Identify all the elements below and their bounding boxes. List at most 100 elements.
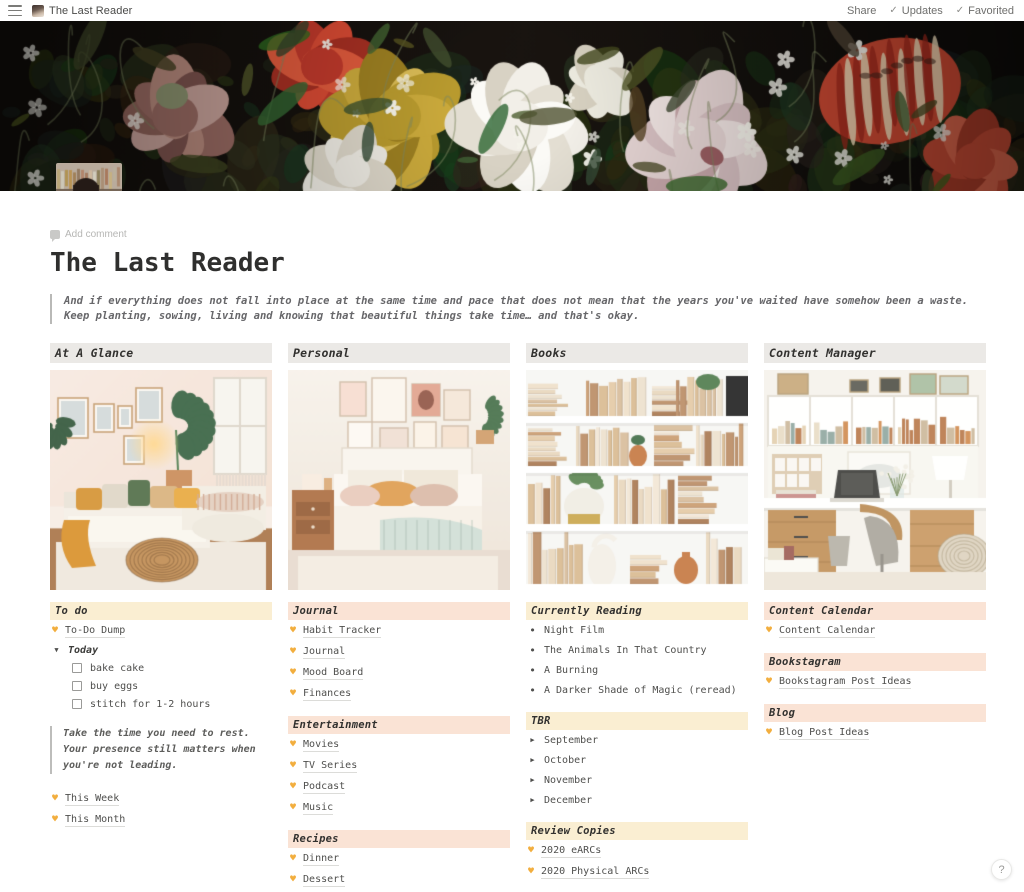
comment-bubble-icon bbox=[50, 230, 60, 242]
list-item-label: This Week bbox=[65, 792, 120, 806]
toggle-triangle-icon[interactable]: ▶ bbox=[528, 796, 537, 804]
heart-icon: ♥ bbox=[290, 852, 297, 864]
todo-item-bake-cake[interactable]: bake cake bbox=[50, 659, 272, 677]
list-item-label: Habit Tracker bbox=[303, 624, 382, 638]
toggle-triangle-icon[interactable]: ▶ bbox=[528, 736, 537, 744]
bullet-icon: • bbox=[529, 683, 536, 697]
toggle-triangle-down-icon[interactable]: ▼ bbox=[52, 646, 61, 654]
heart-icon: ♥ bbox=[290, 738, 297, 750]
checkbox[interactable] bbox=[72, 663, 82, 673]
top-bar-actions: Share ✓ Updates ✓ Favorited bbox=[847, 5, 1014, 17]
column-header-books: Books bbox=[526, 343, 748, 363]
list-item-to-do-dump[interactable]: ♥ To-Do Dump bbox=[50, 620, 272, 641]
hamburger-menu-icon[interactable] bbox=[8, 5, 22, 16]
section-header-bookstagram: Bookstagram bbox=[764, 653, 986, 671]
list-item-label: Music bbox=[303, 801, 334, 815]
list-item-dinner[interactable]: ♥ Dinner bbox=[288, 848, 510, 869]
white-bookshelves-photo[interactable] bbox=[526, 370, 748, 590]
list-item-2020-earcs[interactable]: ♥ 2020 eARCs bbox=[526, 840, 748, 861]
heart-icon: ♥ bbox=[290, 624, 297, 636]
heart-icon: ♥ bbox=[290, 801, 297, 813]
list-item-november[interactable]: ▶ November bbox=[526, 770, 748, 790]
favorited-label: Favorited bbox=[968, 4, 1014, 17]
toggle-label: Today bbox=[68, 644, 99, 656]
list-item-label: Dessert bbox=[303, 873, 346, 887]
todo-label: buy eggs bbox=[90, 680, 139, 692]
list-item-2020-physical-arcs[interactable]: ♥ 2020 Physical ARCs bbox=[526, 861, 748, 882]
list-item-this-month[interactable]: ♥ This Month bbox=[50, 809, 272, 830]
list-item-the-animals-in-that-country[interactable]: • The Animals In That Country bbox=[526, 640, 748, 660]
share-button[interactable]: Share bbox=[847, 5, 876, 17]
column-at-a-glance: At A Glance To do ♥ To-Do Dump ▼ Today bake ca… bbox=[50, 343, 272, 892]
cozy-living-room-photo[interactable] bbox=[50, 370, 272, 590]
toggle-triangle-icon[interactable]: ▶ bbox=[528, 776, 537, 784]
list-item-a-darker-shade-of-magic-reread[interactable]: • A Darker Shade of Magic (reread) bbox=[526, 680, 748, 700]
list-item-blog-post-ideas[interactable]: ♥ Blog Post Ideas bbox=[764, 722, 986, 743]
heart-icon: ♥ bbox=[52, 624, 59, 636]
list-item-a-burning[interactable]: • A Burning bbox=[526, 660, 748, 680]
page-title: The Last Reader bbox=[50, 248, 285, 278]
list-item-label: Movies bbox=[303, 738, 340, 752]
section-header-recipes: Recipes bbox=[288, 830, 510, 848]
list-item-label: December bbox=[544, 794, 593, 806]
list-item-label: 2020 eARCs bbox=[541, 844, 602, 858]
favorited-button[interactable]: ✓ Favorited bbox=[956, 5, 1014, 17]
list-item-habit-tracker[interactable]: ♥ Habit Tracker bbox=[288, 620, 510, 641]
list-item-label: The Animals In That Country bbox=[544, 644, 707, 656]
list-item-finances[interactable]: ♥ Finances bbox=[288, 683, 510, 704]
list-item-journal[interactable]: ♥ Journal bbox=[288, 641, 510, 662]
list-item-label: Blog Post Ideas bbox=[779, 726, 870, 740]
cozy-bedroom-photo[interactable] bbox=[288, 370, 510, 590]
list-item-september[interactable]: ▶ September bbox=[526, 730, 748, 750]
list-item-label: TV Series bbox=[303, 759, 358, 773]
checkbox[interactable] bbox=[72, 699, 82, 709]
page-icon[interactable] bbox=[56, 163, 122, 191]
breadcrumb[interactable]: The Last Reader bbox=[49, 5, 132, 17]
section-header-to-do: To do bbox=[50, 602, 272, 620]
toggle-today[interactable]: ▼ Today bbox=[50, 641, 272, 659]
section-header-journal: Journal bbox=[288, 602, 510, 620]
list-item-dessert[interactable]: ♥ Dessert bbox=[288, 869, 510, 890]
toggle-triangle-icon[interactable]: ▶ bbox=[528, 756, 537, 764]
heart-icon: ♥ bbox=[766, 675, 773, 687]
cover-image[interactable] bbox=[0, 21, 1024, 191]
list-item-music[interactable]: ♥ Music bbox=[288, 797, 510, 818]
list-item-label: 2020 Physical ARCs bbox=[541, 865, 650, 879]
cover-artwork-canvas bbox=[0, 21, 1024, 191]
list-item-mood-board[interactable]: ♥ Mood Board bbox=[288, 662, 510, 683]
share-label: Share bbox=[847, 4, 877, 17]
list-item-content-calendar[interactable]: ♥ Content Calendar bbox=[764, 620, 986, 641]
updates-button[interactable]: ✓ Updates bbox=[889, 5, 942, 17]
list-item-label: A Darker Shade of Magic (reread) bbox=[544, 684, 737, 696]
list-item-movies[interactable]: ♥ Movies bbox=[288, 734, 510, 755]
section-header-review-copies: Review Copies bbox=[526, 822, 748, 840]
list-item-tv-series[interactable]: ♥ TV Series bbox=[288, 755, 510, 776]
section-header-content-calendar: Content Calendar bbox=[764, 602, 986, 620]
list-item-label: To-Do Dump bbox=[65, 624, 126, 638]
list-item-bookstagram-post-ideas[interactable]: ♥ Bookstagram Post Ideas bbox=[764, 671, 986, 692]
home-office-desk-photo[interactable] bbox=[764, 370, 986, 590]
page-quote: And if everything does not fall into pla… bbox=[50, 294, 984, 324]
help-label: ? bbox=[998, 863, 1005, 876]
list-item-night-film[interactable]: • Night Film bbox=[526, 620, 748, 640]
check-icon: ✓ bbox=[955, 5, 965, 16]
column-header-at-a-glance: At A Glance bbox=[50, 343, 272, 363]
list-item-october[interactable]: ▶ October bbox=[526, 750, 748, 770]
help-button[interactable]: ? bbox=[991, 859, 1012, 880]
add-comment-button[interactable]: Add comment bbox=[50, 229, 984, 242]
heart-icon: ♥ bbox=[290, 780, 297, 792]
list-item-label: September bbox=[544, 734, 599, 746]
list-item-label: This Month bbox=[65, 813, 126, 827]
list-item-this-week[interactable]: ♥ This Week bbox=[50, 788, 272, 809]
column-content-manager: Content Manager Content Calendar ♥ Content … bbox=[764, 343, 986, 892]
list-item-podcast[interactable]: ♥ Podcast bbox=[288, 776, 510, 797]
list-item-december[interactable]: ▶ December bbox=[526, 790, 748, 810]
checkbox[interactable] bbox=[72, 681, 82, 691]
home-office-desk-photo-canvas bbox=[764, 370, 986, 590]
todo-item-stitch-for-1-2-hours[interactable]: stitch for 1-2 hours bbox=[50, 695, 272, 713]
column-personal: Personal Journal ♥ Habit Tracker ♥ Journal ♥ Mo… bbox=[288, 343, 510, 892]
section-header-currently-reading: Currently Reading bbox=[526, 602, 748, 620]
list-item-label: November bbox=[544, 774, 593, 786]
todo-item-buy-eggs[interactable]: buy eggs bbox=[50, 677, 272, 695]
